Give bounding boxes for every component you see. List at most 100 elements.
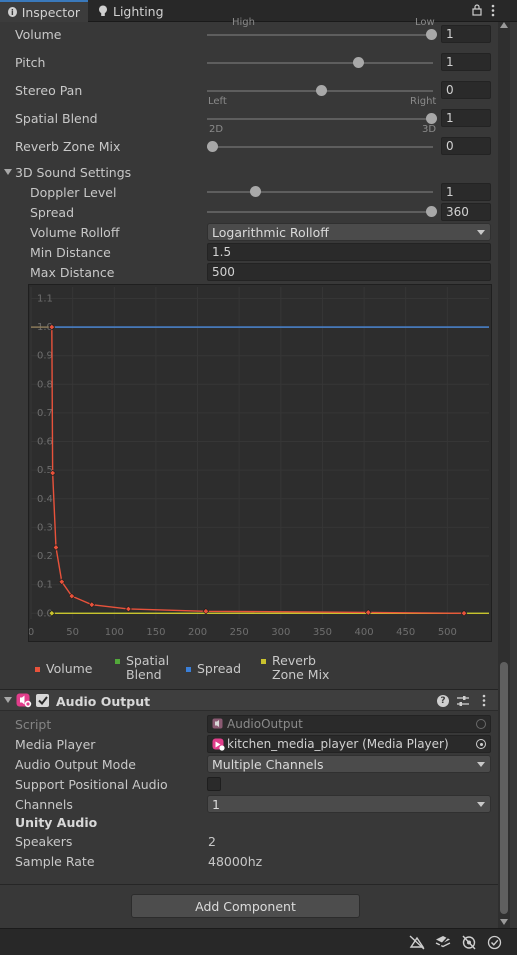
unity-audio-heading: Unity Audio [15,815,98,830]
spatial-blend-field[interactable]: 1 [441,109,491,127]
min-distance-field[interactable]: 1.5 [207,243,491,261]
spread-slider-track[interactable] [207,211,433,213]
media-player-field[interactable]: kitchen_media_player (Media Player) [207,735,491,753]
scrollbar-thumb[interactable] [500,662,508,914]
foldout-expanded-icon[interactable] [4,697,12,704]
rolloff-graph-plot[interactable]: 0 50 100 150 200 250 300 350 400 450 5000.00.10.20… [28,285,491,641]
volume-slider-thumb[interactable] [426,29,437,40]
y-tick-label: 0.8 [37,379,53,390]
legend-reverb-zone-mix-label: Reverb Zone Mix [272,654,329,682]
y-tick-label: 0.7 [37,408,53,419]
spread-slider-thumb[interactable] [426,206,437,217]
scroll-up-arrow-icon[interactable] [500,22,508,28]
script-file-icon [212,718,223,729]
pitch-slider-thumb[interactable] [353,57,364,68]
support-positional-audio-checkbox[interactable] [207,777,221,791]
pitch-label: Pitch [15,55,46,70]
legend-spread: Spread [186,662,241,676]
script-label: Script [15,717,52,732]
y-tick-label: 0.6 [37,437,53,448]
channels-dropdown[interactable]: 1 [207,795,491,813]
volume-rolloff-dropdown[interactable]: Logarithmic Rolloff [207,223,491,241]
y-tick-label: 0.5 [37,465,53,476]
tab-lighting-label: Lighting [113,3,164,19]
media-player-icon [212,738,225,751]
x-tick-label: 200 [188,627,207,638]
stereo-pan-label: Stereo Pan [15,83,83,98]
channels-label: Channels [15,797,73,812]
media-player-label: Media Player [15,737,96,752]
tab-lighting[interactable]: Lighting [90,0,190,22]
x-tick-label: 500 [438,627,457,638]
component-more-options-icon[interactable] [481,694,487,707]
volume-slider-track[interactable] [207,34,433,36]
stereo-pan-left-label: Left [208,96,227,107]
channels-value: 1 [212,796,220,812]
doppler-field[interactable]: 1 [441,183,491,201]
scroll-down-arrow-icon[interactable] [500,919,508,925]
presets-sliders-icon[interactable] [457,695,469,707]
dropdown-arrow-icon [477,230,485,235]
spatial-blend-3d-label: 3D [422,124,437,135]
series-point-volume [460,610,468,617]
status-check-icon[interactable] [487,935,502,950]
reverb-zone-mix-field[interactable]: 0 [441,137,491,155]
rolloff-graph[interactable]: 0 50 100 150 200 250 300 350 400 450 500 0.0 0.1 0.2 0… [28,284,492,642]
tab-inspector[interactable]: i Inspector [0,0,88,22]
debug-toggle-icon[interactable] [409,935,425,950]
y-tick-label: 0.4 [37,494,53,505]
object-picker-icon[interactable] [476,739,486,749]
script-field: AudioOutput [207,715,491,733]
series-point-volume [52,544,60,551]
more-options-icon[interactable] [490,4,496,17]
volume-field[interactable]: 1 [441,25,491,43]
reverb-zone-mix-label: Reverb Zone Mix [15,139,121,154]
media-player-value: kitchen_media_player (Media Player) [227,737,449,751]
spatial-blend-slider-track[interactable] [207,118,433,120]
doppler-slider-thumb[interactable] [250,186,261,197]
x-tick-label: 0 [29,627,34,638]
legend-swatch-spread [186,667,191,672]
stereo-pan-slider-thumb[interactable] [316,85,327,96]
speakers-value: 2 [208,834,216,849]
tab-inspector-label: Inspector [21,4,80,20]
legend-swatch-reverb-zone-mix [261,659,266,664]
stereo-pan-field[interactable]: 0 [441,81,491,99]
layers-icon[interactable] [435,935,451,950]
reverb-zone-mix-slider-thumb[interactable] [207,141,218,152]
dropdown-arrow-icon [477,762,485,767]
add-component-button[interactable]: Add Component [131,894,360,918]
series-point-volume [365,609,372,616]
audio-output-mode-label: Audio Output Mode [15,757,136,772]
foldout-expanded-icon[interactable] [4,169,12,176]
legend-spatial-blend-line1: Spatial [126,653,170,668]
support-positional-audio-label: Support Positional Audio [15,777,168,792]
y-tick-label: 0.2 [37,551,53,562]
audio-output-mode-value: Multiple Channels [212,756,324,772]
spatial-blend-slider-thumb[interactable] [426,113,437,124]
priority-high-label: High [232,17,255,28]
legend-swatch-spatial-blend [115,659,120,664]
legend-reverb-line2: Zone Mix [272,667,330,682]
component-enabled-checkbox[interactable] [36,694,49,707]
x-tick-label: 450 [396,627,415,638]
pitch-field[interactable]: 1 [441,53,491,71]
help-icon[interactable]: ? [437,695,449,707]
reverb-zone-mix-slider-track[interactable] [207,146,433,148]
series-point-volume [125,605,132,613]
3d-sound-settings-title[interactable]: 3D Sound Settings [15,165,131,180]
spread-field[interactable]: 360 [441,203,491,221]
legend-spatial-blend: Spatial Blend [115,654,169,682]
status-footer [0,928,517,955]
y-tick-label: 1.1 [37,293,53,304]
spatial-blend-label: Spatial Blend [15,111,98,126]
max-distance-field[interactable]: 500 [207,263,491,281]
audio-output-header[interactable]: Audio Output ? [0,689,500,711]
audio-output-mode-dropdown[interactable]: Multiple Channels [207,755,491,773]
pitch-slider-track[interactable] [207,62,433,64]
lock-icon[interactable] [472,4,482,16]
legend-spatial-blend-line2: Blend [126,667,162,682]
legend-spatial-blend-label: Spatial Blend [126,654,169,682]
visibility-toggle-icon[interactable] [461,935,477,950]
doppler-slider-track[interactable] [207,191,433,193]
